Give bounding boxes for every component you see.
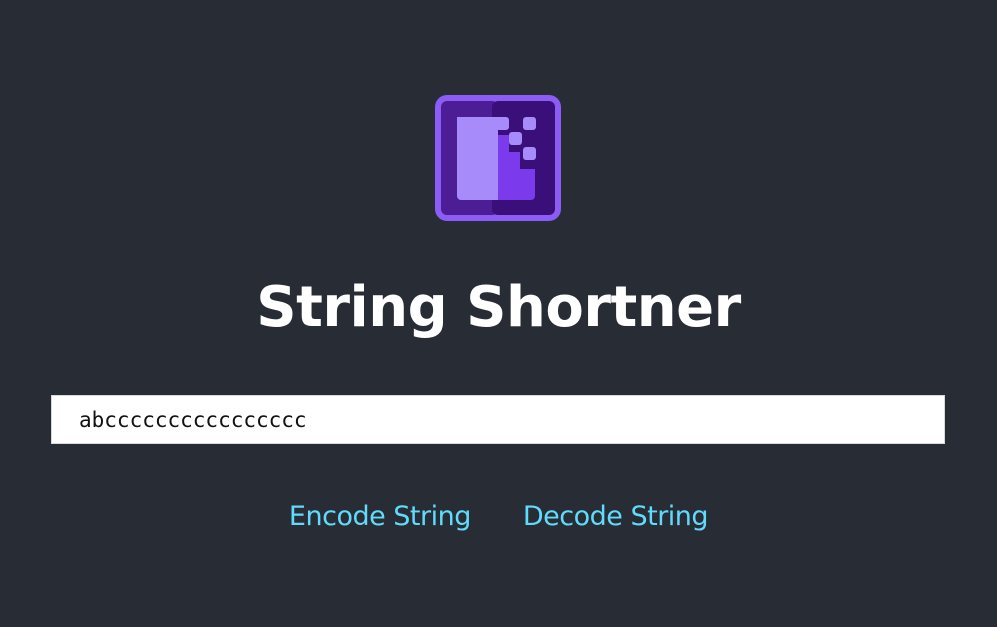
encode-string-link[interactable]: Encode String: [289, 497, 471, 537]
actions-bar: Encode String Decode String: [0, 497, 997, 537]
decode-string-link[interactable]: Decode String: [523, 497, 709, 537]
page-title: String Shortner: [256, 275, 741, 340]
string-shortener-logo-icon: [435, 95, 561, 221]
string-input[interactable]: [51, 395, 945, 444]
